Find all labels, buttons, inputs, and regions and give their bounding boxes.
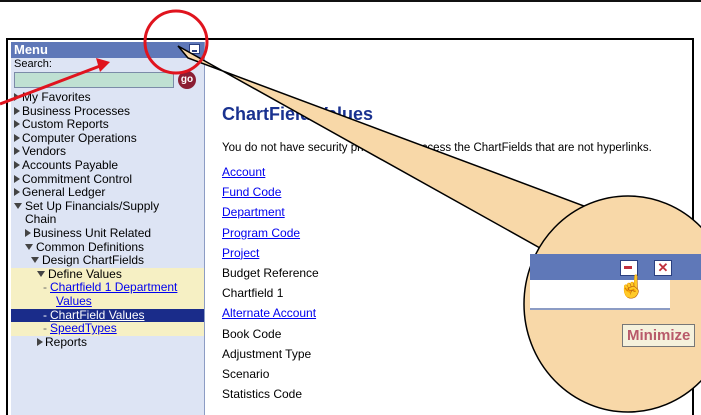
zoomed-close-icon: ✕ bbox=[654, 260, 672, 276]
hand-cursor-icon: ☝ bbox=[618, 274, 646, 299]
callout-beam bbox=[177, 45, 602, 249]
arrow-head-icon bbox=[96, 58, 110, 72]
highlight-circle bbox=[143, 9, 209, 75]
minimize-tooltip: Minimize bbox=[622, 324, 696, 347]
zoomed-panel bbox=[530, 280, 670, 310]
zoomed-callout: ✕ ☝ Minimize bbox=[530, 240, 701, 360]
zoomed-menu-header bbox=[530, 254, 701, 280]
arrow-line bbox=[0, 64, 101, 106]
